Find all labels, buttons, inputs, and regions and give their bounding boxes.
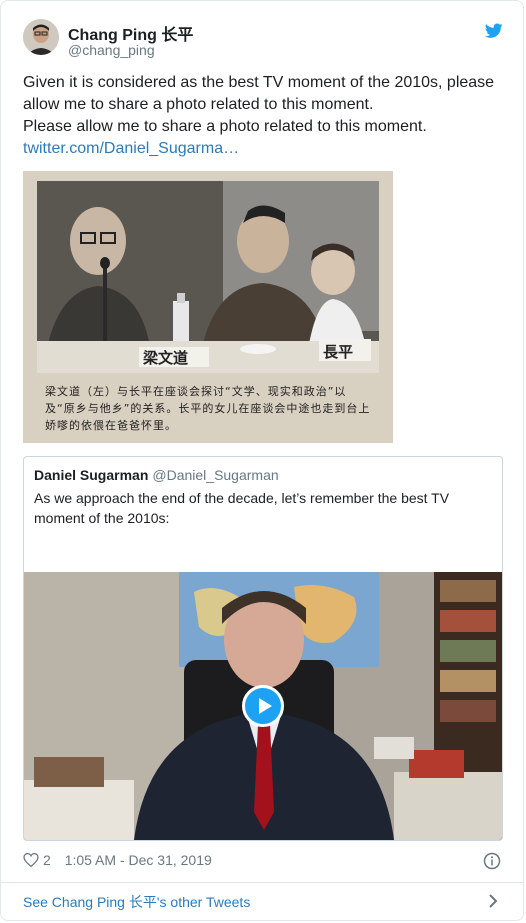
- author-handle[interactable]: @chang_ping: [68, 42, 155, 58]
- see-other-tweets-label: See Chang Ping 长平's other Tweets: [23, 894, 251, 910]
- tweet-header: Chang Ping 长平 @chang_ping: [23, 19, 503, 63]
- quoted-video[interactable]: [24, 572, 502, 840]
- heart-icon: [23, 853, 39, 868]
- quoted-author-name: Daniel Sugarman: [34, 467, 149, 483]
- quoted-author: Daniel Sugarman @Daniel_Sugarman: [34, 467, 279, 483]
- quoted-text: As we approach the end of the decade, le…: [34, 490, 450, 526]
- info-icon[interactable]: [483, 852, 501, 870]
- like-button[interactable]: 2: [23, 852, 51, 868]
- tweet-card: Chang Ping 长平 @chang_ping Given it is co…: [0, 0, 524, 921]
- chevron-right-icon: [489, 894, 498, 908]
- tweet-photo[interactable]: 梁文道 長平 梁文道（左）与长平在座谈会探讨“文学、现实和政治”以及“原乡与他乡…: [23, 171, 393, 443]
- play-button[interactable]: [242, 685, 284, 727]
- tweet-footer: 2 1:05 AM - Dec 31, 2019: [23, 851, 503, 871]
- tweet-text: Given it is considered as the best TV mo…: [23, 72, 508, 160]
- quoted-author-handle: @Daniel_Sugarman: [152, 467, 279, 483]
- tweet-line-2: Please allow me to share a photo related…: [23, 118, 427, 135]
- photo-caption: 梁文道（左）与长平在座谈会探讨“文学、现实和政治”以及“原乡与他乡”的关系。长平…: [45, 385, 371, 432]
- nameplate-right: 長平: [323, 343, 353, 361]
- tweet-line-1: Given it is considered as the best TV mo…: [23, 74, 495, 113]
- like-count: 2: [43, 852, 51, 869]
- quoted-tweet[interactable]: Daniel Sugarman @Daniel_Sugarman As we ap…: [23, 456, 503, 841]
- tweet-link[interactable]: twitter.com/Daniel_Sugarma…: [23, 140, 239, 157]
- nameplate-left: 梁文道: [142, 349, 188, 367]
- twitter-bird-icon[interactable]: [485, 23, 503, 39]
- avatar[interactable]: [23, 19, 59, 55]
- divider: [1, 882, 523, 883]
- play-icon: [259, 698, 272, 714]
- tweet-timestamp[interactable]: 1:05 AM - Dec 31, 2019: [65, 852, 212, 868]
- see-other-tweets-link[interactable]: See Chang Ping 长平's other Tweets: [23, 892, 503, 914]
